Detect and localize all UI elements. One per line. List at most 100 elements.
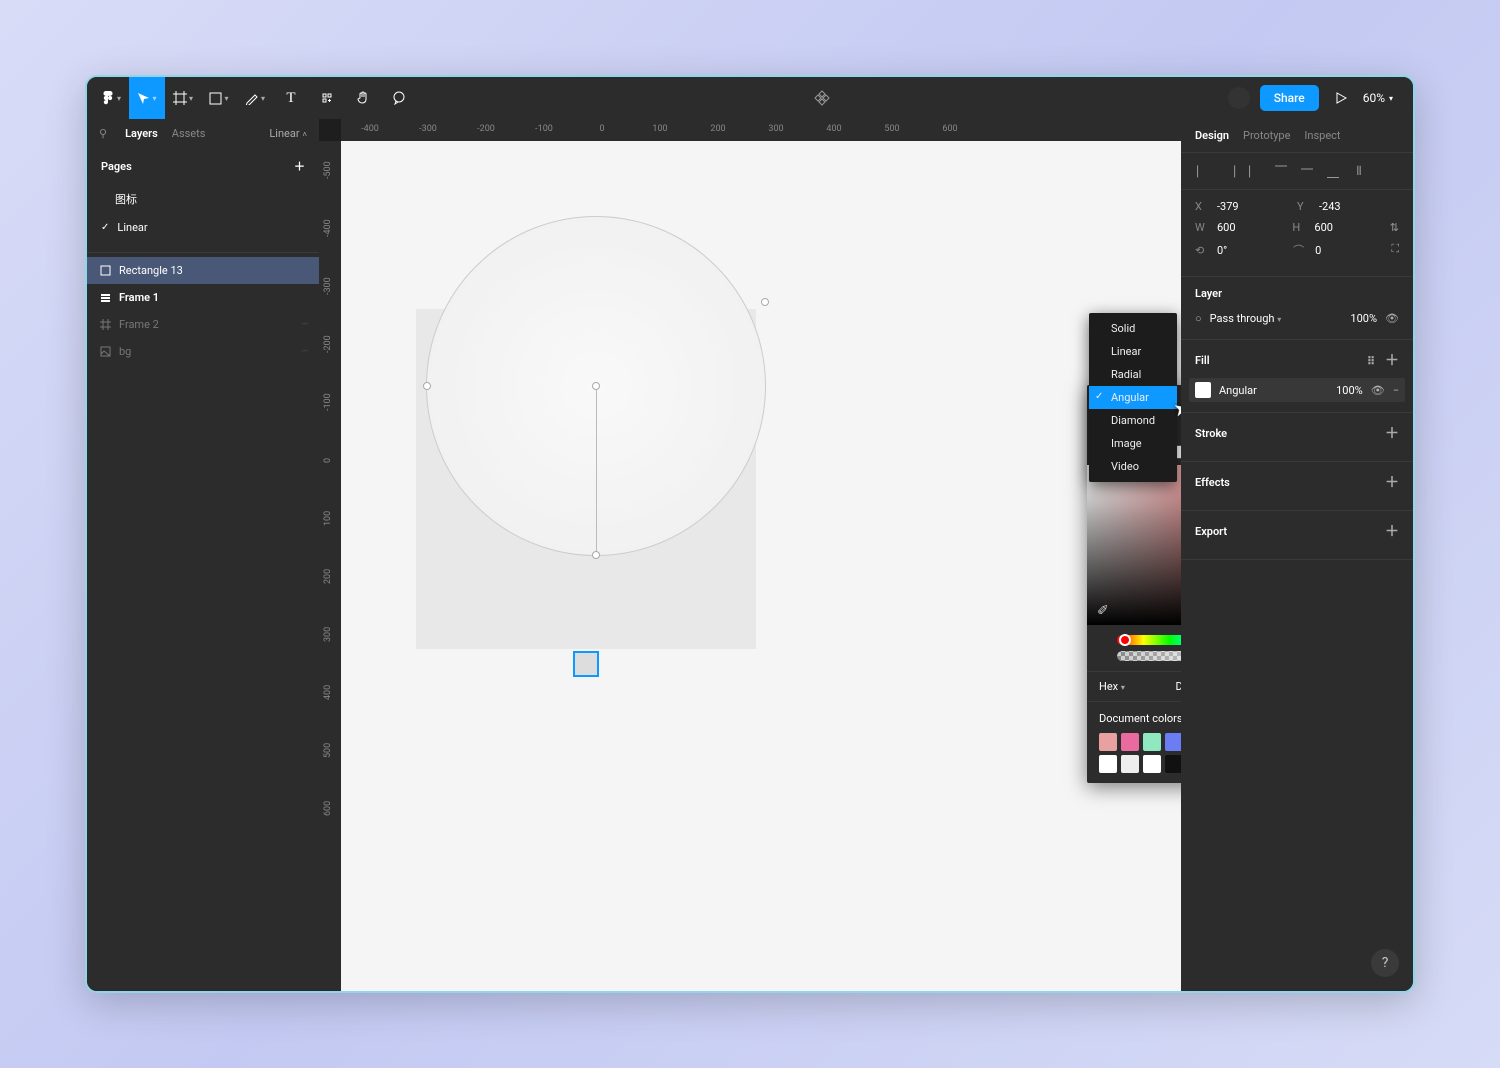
color-swatch[interactable]	[1099, 755, 1117, 773]
eyedropper-icon[interactable]: ✐	[1097, 603, 1109, 619]
add-stroke-button[interactable]: ＋	[1385, 423, 1399, 443]
frame-tool-button[interactable]: ▾	[165, 77, 201, 119]
gradient-handle[interactable]	[592, 551, 600, 559]
visibility-icon[interactable]: 👁	[1385, 312, 1399, 325]
align-bottom-icon[interactable]: ⎽	[1323, 161, 1343, 181]
style-icon[interactable]: ⠿	[1367, 355, 1375, 368]
prototype-tab[interactable]: Prototype	[1243, 129, 1290, 142]
y-input[interactable]: -243	[1319, 200, 1341, 213]
toolbar-center	[417, 90, 1228, 106]
layer-opacity-input[interactable]: 100%	[1350, 312, 1377, 325]
w-input[interactable]: 600	[1217, 221, 1236, 234]
add-export-button[interactable]: ＋	[1385, 521, 1399, 541]
color-swatch[interactable]	[1143, 733, 1161, 751]
remove-fill-button[interactable]: −	[1393, 384, 1399, 397]
resources-tool-button[interactable]	[309, 77, 345, 119]
avatar[interactable]	[1228, 87, 1250, 109]
layer-row[interactable]: Frame 2 ┉	[87, 311, 319, 338]
color-swatch[interactable]	[1121, 755, 1139, 773]
h-input[interactable]: 600	[1314, 221, 1333, 234]
search-icon[interactable]: ⚲	[99, 127, 107, 140]
gradient-handle[interactable]	[592, 382, 600, 390]
color-swatch[interactable]	[1165, 755, 1181, 773]
blend-icon[interactable]: ○	[1195, 312, 1202, 325]
blend-mode-select[interactable]: Pass through ▾	[1210, 312, 1282, 325]
align-top-icon[interactable]: ⎺	[1271, 161, 1291, 181]
text-tool-button[interactable]: T	[273, 77, 309, 119]
color-field[interactable]	[1087, 465, 1181, 625]
dropdown-item-image[interactable]: Image	[1089, 432, 1177, 455]
hue-slider[interactable]	[1117, 635, 1181, 645]
app-window: ▾ ▾ ▾ ▾ ▾ T Share 60%▾ ⚲ Layers Assets L…	[85, 75, 1415, 993]
color-swatch[interactable]	[1165, 733, 1181, 751]
stroke-section-label: Stroke	[1195, 427, 1227, 440]
fill-section-label: Fill	[1195, 354, 1210, 367]
dropdown-item-radial[interactable]: Radial	[1089, 363, 1177, 386]
frame-icon	[99, 292, 111, 304]
pen-tool-button[interactable]: ▾	[237, 77, 273, 119]
dropdown-item-video[interactable]: Video	[1089, 455, 1177, 478]
constrain-icon[interactable]: ⇅	[1390, 221, 1399, 234]
comment-tool-button[interactable]	[381, 77, 417, 119]
hidden-icon[interactable]: ┉	[302, 319, 307, 330]
figma-menu-button[interactable]: ▾	[93, 77, 129, 119]
present-button[interactable]	[1329, 77, 1353, 119]
dropdown-item-angular[interactable]: Angular	[1089, 386, 1177, 409]
color-swatch[interactable]	[1099, 733, 1117, 751]
dropdown-item-linear[interactable]: Linear	[1089, 340, 1177, 363]
canvas[interactable]	[341, 141, 1181, 991]
fill-swatch[interactable]	[1195, 382, 1211, 398]
share-button[interactable]: Share	[1260, 85, 1319, 111]
zoom-control[interactable]: 60%▾	[1363, 91, 1393, 105]
selection-box[interactable]	[573, 651, 599, 677]
add-fill-button[interactable]: ＋	[1385, 353, 1399, 369]
align-right-icon[interactable]: ⎸	[1245, 161, 1265, 181]
layer-row[interactable]: bg ┉	[87, 338, 319, 365]
top-toolbar: ▾ ▾ ▾ ▾ ▾ T Share 60%▾	[87, 77, 1413, 119]
alpha-slider[interactable]	[1117, 651, 1181, 661]
hand-tool-button[interactable]	[345, 77, 381, 119]
page-selector[interactable]: Linear ˄	[269, 127, 307, 140]
hex-input[interactable]: D9D9D9	[1135, 680, 1181, 693]
canvas-area[interactable]: -400-300-200-1000100200300400500600 -500…	[319, 119, 1181, 991]
gradient-handle[interactable]	[761, 298, 769, 306]
rotation-input[interactable]: 0°	[1217, 244, 1227, 257]
help-button[interactable]: ?	[1371, 949, 1399, 977]
shape-tool-button[interactable]: ▾	[201, 77, 237, 119]
color-swatch[interactable]	[1121, 733, 1139, 751]
corners-icon[interactable]: ⛶	[1391, 242, 1399, 258]
layer-row[interactable]: Rectangle 13	[87, 257, 319, 284]
page-row[interactable]: Linear	[87, 214, 319, 241]
pages-header: Pages ＋	[87, 148, 319, 184]
align-hcenter-icon[interactable]: ⎹	[1219, 161, 1239, 181]
radius-input[interactable]: 0	[1315, 244, 1321, 257]
inspect-tab[interactable]: Inspect	[1304, 129, 1340, 142]
color-swatch[interactable]	[1143, 755, 1161, 773]
dropdown-item-diamond[interactable]: Diamond	[1089, 409, 1177, 432]
align-vcenter-icon[interactable]: ⎻	[1297, 161, 1317, 181]
align-controls: ⎸ ⎹ ⎸ ⎺ ⎻ ⎽ ⫴	[1181, 153, 1413, 190]
align-left-icon[interactable]: ⎸	[1193, 161, 1213, 181]
assets-tab[interactable]: Assets	[172, 127, 206, 140]
export-section-label: Export	[1195, 525, 1227, 538]
design-tab[interactable]: Design	[1195, 129, 1229, 142]
distribute-icon[interactable]: ⫴	[1349, 161, 1369, 181]
visibility-icon[interactable]: 👁	[1371, 384, 1385, 397]
page-row[interactable]: 图标	[87, 184, 319, 214]
dropdown-item-solid[interactable]: Solid	[1089, 317, 1177, 340]
add-page-button[interactable]: ＋	[294, 158, 305, 174]
doc-colors-header[interactable]: Document colors ▾	[1099, 712, 1181, 725]
gradient-handle[interactable]	[423, 382, 431, 390]
add-effect-button[interactable]: ＋	[1385, 472, 1399, 492]
hash-icon	[99, 319, 111, 331]
move-tool-button[interactable]: ▾	[129, 77, 165, 119]
fill-opacity-input[interactable]: 100%	[1336, 384, 1363, 397]
fill-type-label[interactable]: Angular	[1219, 384, 1257, 397]
layer-row[interactable]: Frame 1	[87, 284, 319, 311]
right-panel: Design Prototype Inspect ⎸ ⎹ ⎸ ⎺ ⎻ ⎽ ⫴ X…	[1181, 119, 1413, 991]
hidden-icon[interactable]: ┉	[302, 346, 307, 357]
layers-tab[interactable]: Layers	[125, 127, 158, 140]
gradient-circle[interactable]	[426, 216, 766, 556]
x-input[interactable]: -379	[1217, 200, 1239, 213]
color-mode-select[interactable]: Hex ▾	[1099, 680, 1125, 693]
